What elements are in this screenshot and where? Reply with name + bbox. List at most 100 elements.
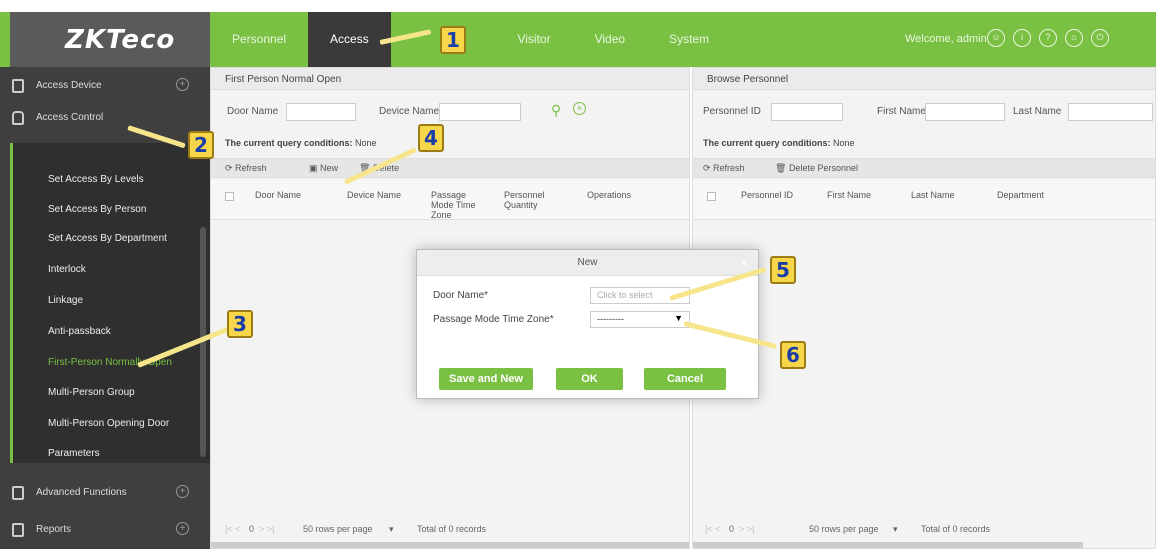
total-records: Total of 0 records — [921, 524, 991, 534]
help-icon[interactable]: ? — [1039, 29, 1057, 47]
dropdown-icon[interactable]: ▾ — [893, 524, 898, 535]
expand-icon[interactable]: + — [176, 78, 189, 91]
first-name-input[interactable] — [925, 103, 1005, 121]
sidebar-submenu — [10, 143, 210, 463]
header-icons: ☺ i ? ⌂ ⏻ — [987, 29, 1109, 47]
first-page-icon[interactable]: |< < — [225, 524, 240, 534]
door-name-input[interactable] — [286, 103, 356, 121]
rows-per-page[interactable]: 50 rows per page — [809, 524, 879, 534]
refresh-button[interactable]: ⟳ Refresh — [225, 163, 267, 174]
sidebar-item-anti-passback[interactable]: Anti-passback — [48, 326, 111, 337]
table-header: Door Name Device Name Passage Mode Time … — [211, 180, 689, 220]
sidebar-item-person[interactable]: Set Access By Person — [48, 204, 146, 215]
device-icon — [12, 79, 24, 93]
col-time-zone[interactable]: Passage Mode Time Zone — [431, 190, 491, 220]
tab-access[interactable]: Access — [308, 12, 391, 67]
tab-video[interactable]: Video — [573, 12, 647, 67]
sidebar-item-levels[interactable]: Set Access By Levels — [48, 174, 144, 185]
sidebar-item-parameters[interactable]: Parameters — [48, 448, 100, 459]
welcome-text: Welcome, admin — [905, 33, 987, 45]
col-operations[interactable]: Operations — [587, 190, 631, 200]
time-zone-select[interactable]: --------- ▼ — [590, 311, 690, 328]
pager: |< < 0 > >| 50 rows per page ▾ Total of … — [211, 520, 689, 540]
sidebar-section-advanced[interactable]: Advanced Functions + — [0, 477, 210, 509]
last-name-input[interactable] — [1068, 103, 1153, 121]
refresh-button[interactable]: ⟳ Refresh — [703, 163, 745, 174]
col-department[interactable]: Department — [997, 190, 1044, 200]
toolbar: ⟳ Refresh ▣ New 🗑 Delete — [211, 158, 689, 178]
select-all-checkbox[interactable] — [707, 192, 716, 201]
search-icon[interactable]: ⚲ — [551, 102, 561, 119]
dialog-title: New — [417, 250, 758, 276]
tab-system[interactable]: System — [647, 12, 731, 67]
new-dialog: New × Door Name* Click to select Passage… — [416, 249, 759, 399]
sidebar-item-linkage[interactable]: Linkage — [48, 295, 83, 306]
callout-4: 4 — [418, 124, 444, 152]
ok-button[interactable]: OK — [556, 368, 623, 390]
sidebar-item-multi-person-door[interactable]: Multi-Person Opening Door — [48, 418, 169, 429]
cancel-button[interactable]: Cancel — [644, 368, 726, 390]
door-name-label: Door Name* — [433, 290, 489, 301]
power-icon[interactable]: ⏻ — [1091, 29, 1109, 47]
device-name-input[interactable] — [439, 103, 521, 121]
sidebar-section-access-device[interactable]: Access Device + — [0, 70, 210, 102]
sidebar-section-access-control[interactable]: Access Control — [0, 102, 210, 134]
col-first-name[interactable]: First Name — [827, 190, 871, 200]
delete-personnel-button[interactable]: 🗑 Delete Personnel — [775, 163, 858, 174]
panel-title: First Person Normal Open — [211, 68, 689, 90]
device-name-label: Device Name — [379, 106, 440, 117]
query-conditions: The current query conditions: None — [225, 138, 377, 148]
time-zone-label: Passage Mode Time Zone* — [433, 314, 554, 325]
tab-visitor[interactable]: Visitor — [495, 12, 572, 67]
callout-6: 6 — [780, 341, 806, 369]
sidebar-item-department[interactable]: Set Access By Department — [48, 233, 167, 244]
horizontal-scrollbar[interactable] — [211, 542, 689, 548]
callout-3: 3 — [227, 310, 253, 338]
lock-icon — [12, 111, 24, 125]
callout-5: 5 — [770, 256, 796, 284]
door-name-label: Door Name — [227, 106, 279, 117]
tab-personnel[interactable]: Personnel — [210, 12, 308, 67]
next-page-icon[interactable]: > >| — [259, 524, 274, 534]
rows-per-page[interactable]: 50 rows per page — [303, 524, 373, 534]
top-bar: ZKTeco Personnel Access Attendance Visit… — [0, 0, 1156, 75]
select-all-checkbox[interactable] — [225, 192, 234, 201]
col-personnel-id[interactable]: Personnel ID — [741, 190, 793, 200]
expand-icon[interactable]: + — [176, 485, 189, 498]
col-personnel-qty[interactable]: Personnel Quantity — [504, 190, 554, 210]
reports-icon — [12, 523, 24, 537]
col-device-name[interactable]: Device Name — [347, 190, 401, 200]
col-door-name[interactable]: Door Name — [255, 190, 301, 200]
expand-icon[interactable]: + — [176, 522, 189, 535]
close-icon[interactable]: × — [740, 255, 748, 269]
next-page-icon[interactable]: > >| — [739, 524, 754, 534]
horizontal-scrollbar[interactable] — [693, 542, 1083, 548]
first-page-icon[interactable]: |< < — [705, 524, 720, 534]
callout-2: 2 — [188, 131, 214, 159]
new-button[interactable]: ▣ New — [309, 163, 338, 174]
sidebar: Access Device + Access Control Set Acces… — [0, 67, 210, 549]
col-last-name[interactable]: Last Name — [911, 190, 955, 200]
dropdown-icon[interactable]: ▾ — [389, 524, 394, 535]
info-icon[interactable]: i — [1013, 29, 1031, 47]
personnel-id-input[interactable] — [771, 103, 843, 121]
sidebar-item-multi-person-group[interactable]: Multi-Person Group — [48, 387, 135, 398]
first-name-label: First Name — [877, 106, 926, 117]
personnel-id-label: Personnel ID — [703, 106, 761, 117]
panel-title: Browse Personnel — [693, 68, 1155, 90]
dropdown-arrow-icon: ▼ — [674, 313, 683, 323]
page-number[interactable]: 0 — [249, 524, 254, 534]
save-and-new-button[interactable]: Save and New — [439, 368, 533, 390]
sidebar-item-interlock[interactable]: Interlock — [48, 264, 86, 275]
browse-personnel-panel: Browse Personnel Personnel ID First Name… — [692, 67, 1156, 549]
user-icon[interactable]: ☺ — [987, 29, 1005, 47]
pager: |< < 0 > >| 50 rows per page ▾ Total of … — [693, 520, 1155, 540]
page-number[interactable]: 0 — [729, 524, 734, 534]
sidebar-section-reports[interactable]: Reports + — [0, 514, 210, 546]
clear-icon[interactable]: × — [573, 102, 586, 115]
toolbar: ⟳ Refresh 🗑 Delete Personnel — [693, 158, 1155, 178]
main-nav: Personnel Access Attendance Visitor Vide… — [210, 12, 731, 67]
last-name-label: Last Name — [1013, 106, 1062, 117]
lock-icon[interactable]: ⌂ — [1065, 29, 1083, 47]
table-header: Personnel ID First Name Last Name Depart… — [693, 180, 1155, 220]
